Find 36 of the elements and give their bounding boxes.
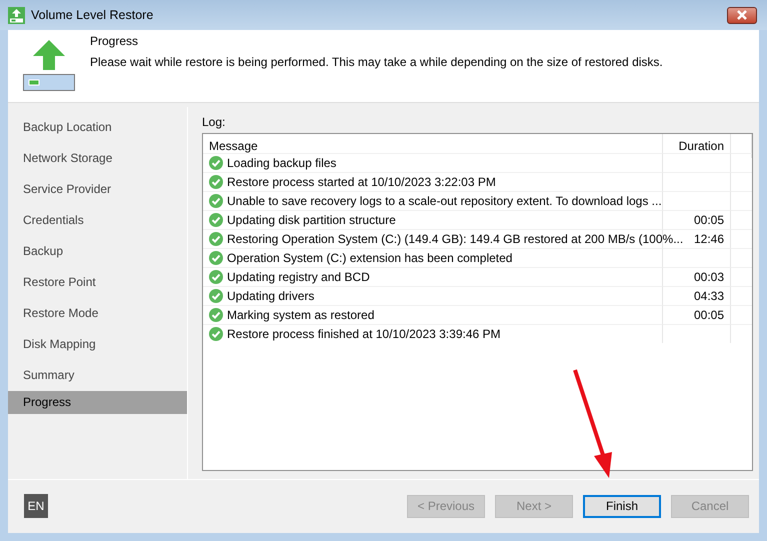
log-message: Updating disk partition structure bbox=[227, 212, 396, 227]
column-header[interactable]: Duration bbox=[663, 134, 731, 158]
log-message: Operation System (C:) extension has been completed bbox=[227, 250, 512, 265]
log-duration: 04:33 bbox=[694, 288, 724, 303]
log-duration: 12:46 bbox=[694, 232, 724, 246]
language-indicator[interactable]: EN bbox=[24, 494, 48, 518]
wizard-step[interactable]: Service Provider bbox=[8, 174, 187, 205]
close-icon bbox=[735, 10, 749, 20]
log-label: Log: bbox=[202, 114, 226, 129]
wizard-step[interactable]: Restore Point bbox=[8, 266, 187, 298]
log-duration: 00:05 bbox=[694, 212, 724, 227]
close-button[interactable] bbox=[727, 6, 757, 24]
wizard-step[interactable]: Credentials bbox=[8, 204, 187, 236]
log-duration: 00:05 bbox=[694, 308, 724, 322]
wizard-step[interactable]: Restore Mode bbox=[8, 298, 187, 329]
restore-icon bbox=[21, 38, 77, 92]
log-message: Restore process finished at 10/10/2023 3:39:46 PM bbox=[227, 326, 501, 341]
page-description: Please wait while restore is being performed. This may take a while depending on the size of restored disks. bbox=[90, 55, 663, 69]
wizard-step[interactable]: Summary bbox=[8, 360, 187, 391]
log-message: Unable to save recovery logs to a scale-out repository extent. To download logs ... bbox=[227, 194, 662, 208]
wizard-step[interactable]: Progress bbox=[8, 390, 187, 414]
wizard-step[interactable]: Network Storage bbox=[8, 142, 187, 174]
log-message: Marking system as restored bbox=[227, 308, 374, 322]
log-duration: 00:03 bbox=[694, 270, 724, 284]
log-message: Loading backup files bbox=[227, 156, 336, 170]
app-icon bbox=[8, 6, 25, 24]
wizard-step[interactable]: Backup bbox=[8, 236, 187, 267]
log-message: Restoring Operation System (C:) (149.4 GB): 149.4 GB restored at 200 MB/s (100%... bbox=[227, 232, 684, 246]
log-message: Updating registry and BCD bbox=[227, 270, 370, 284]
log-message: Restore process started at 10/10/2023 3:22:03 PM bbox=[227, 174, 496, 189]
page-title: Progress bbox=[90, 34, 140, 48]
wizard-step[interactable]: Disk Mapping bbox=[8, 328, 187, 360]
log-message: Updating drivers bbox=[227, 288, 314, 303]
wizard-button[interactable]: Finish bbox=[583, 494, 661, 518]
wizard-step[interactable]: Backup Location bbox=[8, 112, 187, 143]
window-title: Volume Level Restore bbox=[31, 8, 154, 22]
